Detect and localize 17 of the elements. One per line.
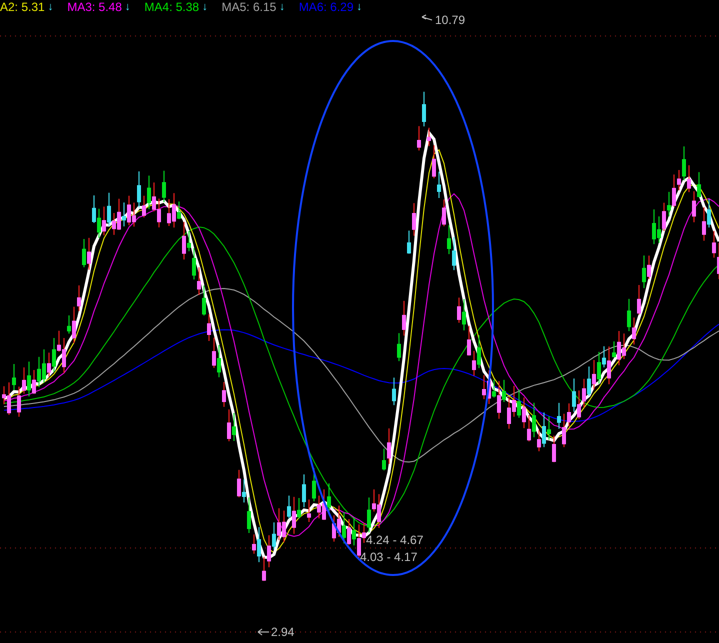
down-arrow-icon: ↓ [279, 0, 285, 14]
ma-legend-label: MA6: 6.29 [298, 0, 354, 14]
pointer-arrow-icon [258, 628, 270, 636]
high-price-label: 10.79 [435, 13, 466, 27]
candlestick [392, 377, 396, 406]
low-price-label: 2.94 [271, 625, 294, 639]
price-range-label: 4.24 - 4.67 [366, 533, 424, 547]
ma-legend-label: A2: 5.31 [0, 0, 45, 14]
ma-legend-label: MA4: 5.38 [144, 0, 200, 14]
down-arrow-icon: ↓ [356, 0, 362, 14]
price-range-label: 4.03 - 4.17 [360, 550, 418, 564]
down-arrow-icon: ↓ [202, 0, 208, 14]
ma-legend-label: MA3: 5.48 [67, 0, 122, 14]
pointer-arrow-icon [422, 14, 432, 20]
ma-legend-label: MA5: 6.15 [222, 0, 276, 14]
down-arrow-icon: ↓ [124, 0, 130, 14]
down-arrow-icon: ↓ [48, 0, 54, 14]
